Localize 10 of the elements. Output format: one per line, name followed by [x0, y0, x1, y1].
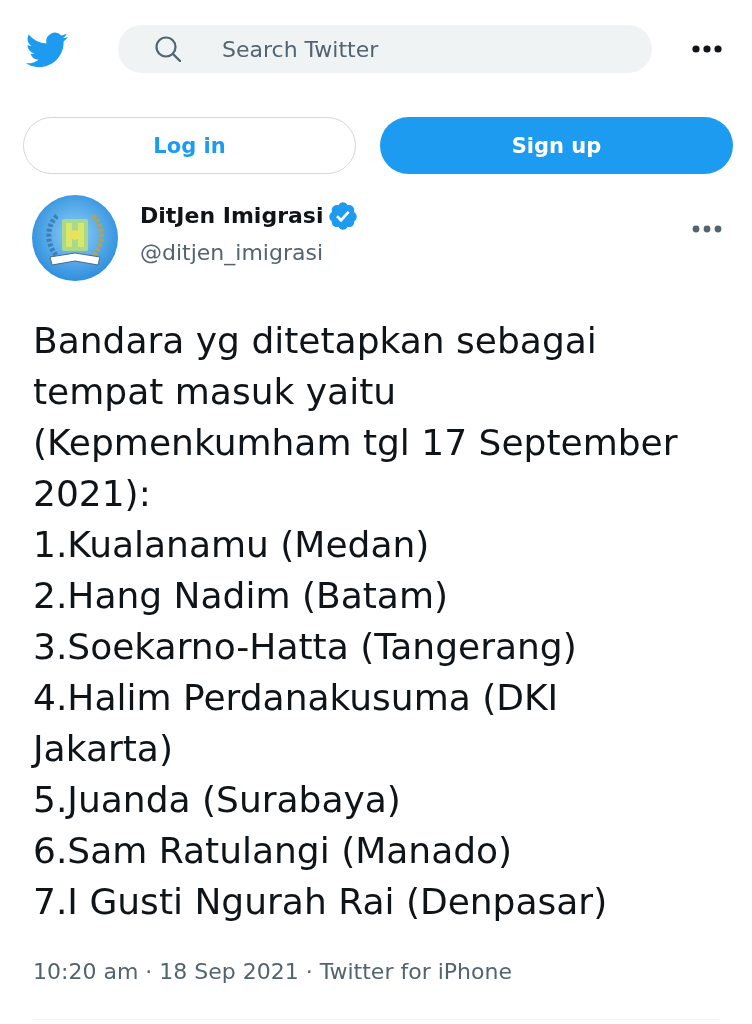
- tweet-text: Bandara yg ditetapkan sebagai tempat masuk yaitu (Kepmenkumham tgl 17 September 2021): 1.Kualanamu (Medan) 2.Hang Nadim (Batam) 3.Soekarno-Hatta (Tangerang) 4.Halim Perdanakusuma (DKI Jakarta) 5.Juanda (Surabaya) 6.Sam Ratulangi (Manado) 7.I Gusti Ngurah Rai (Denpasar): [30, 319, 679, 924]
- bird-icon[interactable]: [25, 31, 68, 67]
- search-icon: [155, 36, 181, 62]
- author-name[interactable]: DitJen Imigrasi: [140, 201, 324, 231]
- tweet-timestamp[interactable]: 10:20 am · 18 Sep 2021 · Twitter for iPhone: [33, 957, 512, 987]
- search-field[interactable]: Search Twitter: [118, 25, 652, 73]
- author-handle[interactable]: @ditjen_imigrasi: [140, 238, 323, 268]
- more-icon[interactable]: [692, 45, 722, 53]
- more-icon[interactable]: [692, 225, 722, 233]
- emblem-avatar-drawing[interactable]: [32, 195, 118, 281]
